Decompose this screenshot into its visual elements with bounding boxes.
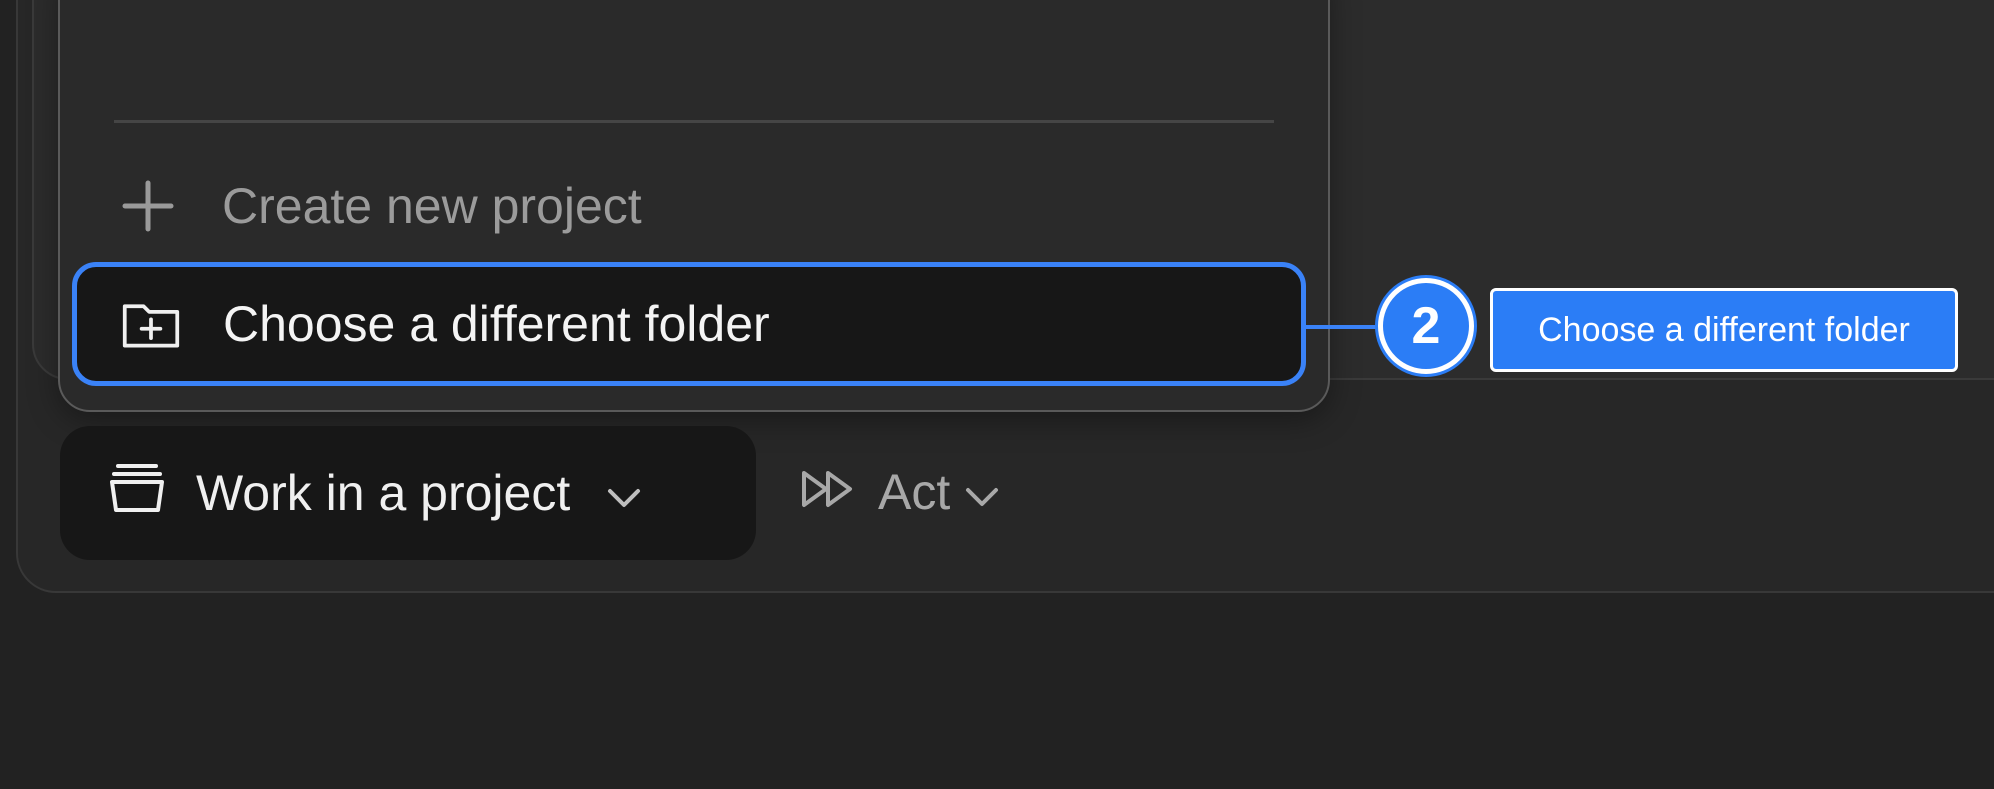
app-stage: Create new project Choose a different fo… — [0, 0, 1994, 789]
callout-label: Choose a different folder — [1490, 288, 1958, 372]
work-in-project-label: Work in a project — [196, 465, 571, 521]
menu-divider — [114, 120, 1274, 123]
stack-icon — [108, 460, 166, 526]
chevron-down-icon — [606, 464, 642, 522]
create-new-project-item[interactable]: Create new project — [118, 168, 642, 244]
create-new-project-label: Create new project — [222, 178, 642, 234]
step-number-badge: 2 — [1378, 278, 1474, 374]
mode-selector-button[interactable]: Act — [800, 440, 1000, 544]
folder-plus-icon — [121, 294, 181, 354]
choose-different-folder-label: Choose a different folder — [223, 296, 770, 352]
chevron-down-icon — [964, 463, 1000, 521]
plus-icon — [118, 176, 178, 236]
choose-different-folder-item[interactable]: Choose a different folder — [72, 262, 1306, 386]
callout-connector — [1306, 325, 1380, 329]
fast-forward-icon — [800, 463, 860, 521]
work-in-project-button[interactable]: Work in a project — [60, 426, 756, 560]
mode-label: Act — [878, 464, 951, 520]
